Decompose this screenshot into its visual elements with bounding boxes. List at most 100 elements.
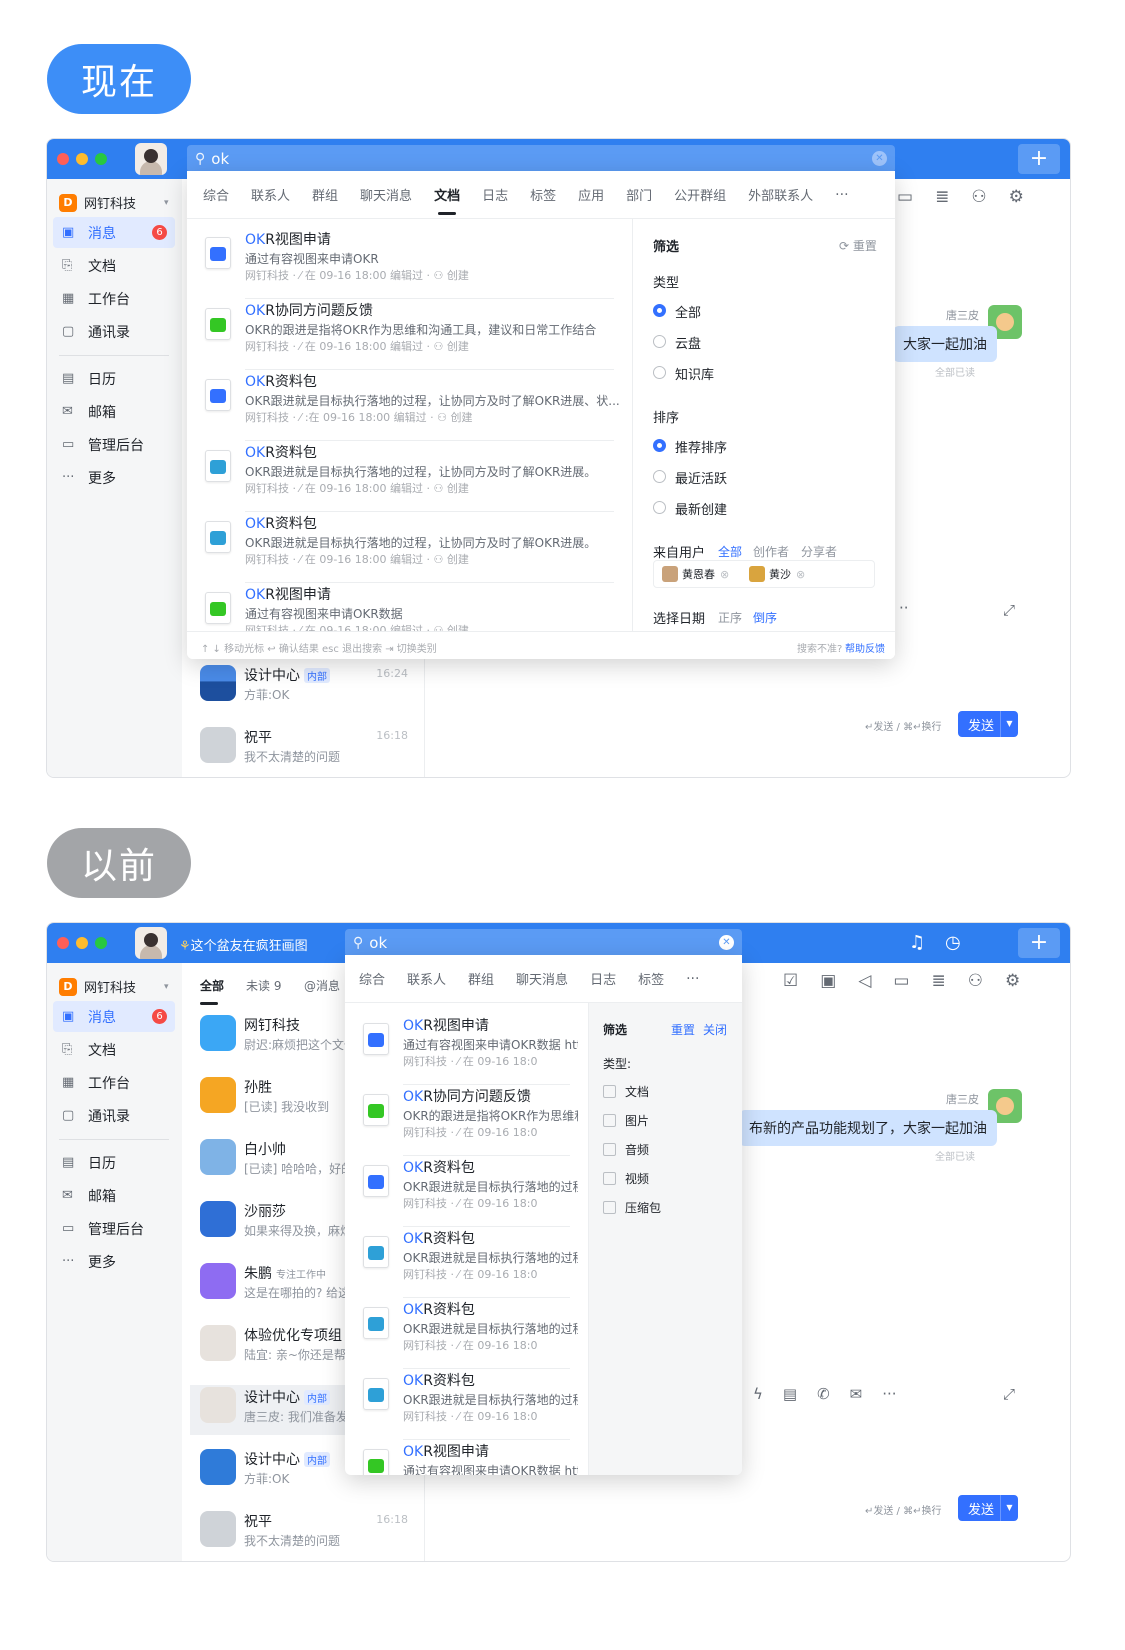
headset-icon[interactable]: ♫ <box>909 932 925 953</box>
close-dot[interactable] <box>57 153 69 165</box>
reset-button[interactable]: ⟳ 重置 <box>839 237 877 254</box>
chat-item[interactable]: 设计中心 内部 方菲:OK 16:24 <box>200 663 420 713</box>
maximize-dot[interactable] <box>95 153 107 165</box>
sidebar-item-more[interactable]: ··· 更多 <box>53 1246 175 1277</box>
search-result[interactable]: OKR视图申请 通过有容视图来申请OKR 网钉科技 · ⁄ 在 09-16 18:0… <box>187 229 632 299</box>
tab-2[interactable]: 群组 <box>312 185 338 204</box>
sidebar-item-messages[interactable]: ▣ 消息 6 <box>53 1001 175 1032</box>
tab-5[interactable]: 日志 <box>482 185 508 204</box>
close-dot[interactable] <box>57 937 69 949</box>
clear-icon[interactable]: ✕ <box>719 935 734 950</box>
add-button[interactable]: + <box>1018 144 1060 174</box>
sidebar-item-workbench[interactable]: ▦ 工作台 <box>53 283 175 314</box>
list-tab-all[interactable]: 全部 <box>200 977 224 1005</box>
gear-icon[interactable]: ⚙ <box>1005 971 1020 991</box>
remove-icon[interactable]: ⊗ <box>720 568 729 581</box>
sidebar-item-messages[interactable]: ▣ 消息 6 <box>53 217 175 248</box>
search-result[interactable]: OKR协同方问题反馈 OKR的跟进是指将OKR作为思维和沟网钉科技 · ⁄ 在 0… <box>345 1086 588 1156</box>
search-result[interactable]: OKR资料包 OKR跟进就是目标执行落地的过程，让协同方及时了解OKR进展。 网钉科… <box>187 513 632 583</box>
more-tabs-icon[interactable]: ··· <box>686 971 699 987</box>
tab-8[interactable]: 部门 <box>626 185 652 204</box>
checkbox-audio[interactable] <box>603 1143 616 1156</box>
calendar-icon[interactable]: ▤ <box>783 1385 797 1403</box>
chevron-down-icon[interactable]: ▼ <box>1000 711 1018 737</box>
clear-icon[interactable]: ✕ <box>872 151 887 166</box>
tab-4[interactable]: 文档 <box>434 185 460 215</box>
sidebar-item-docs[interactable]: ⎘ 文档 <box>53 1034 175 1065</box>
search-input[interactable]: ok <box>211 150 229 168</box>
more-tabs-icon[interactable]: ··· <box>835 187 848 203</box>
minimize-dot[interactable] <box>76 153 88 165</box>
radio-type-wiki[interactable] <box>653 366 666 379</box>
user-avatar[interactable] <box>135 927 167 959</box>
radio-sort-newest[interactable] <box>653 501 666 514</box>
sidebar-item-workbench[interactable]: ▦ 工作台 <box>53 1067 175 1098</box>
tab-7[interactable]: 应用 <box>578 185 604 204</box>
add-member-icon[interactable]: ⚇ <box>968 971 983 991</box>
tab-3[interactable]: 聊天消息 <box>360 185 412 204</box>
tab-2[interactable]: 群组 <box>468 969 494 988</box>
radio-sort-active[interactable] <box>653 470 666 483</box>
tab-9[interactable]: 公开群组 <box>674 185 726 204</box>
user-chip[interactable]: 黄恩春 ⊗ <box>662 566 729 582</box>
sidebar-item-calendar[interactable]: ▤ 日历 <box>53 363 175 394</box>
search-result[interactable]: OKR视图申请通过有容视图来申请OKR数据 https: <box>345 1441 588 1475</box>
tab-0[interactable]: 综合 <box>203 185 229 204</box>
tab-1[interactable]: 联系人 <box>251 185 290 204</box>
date-desc[interactable]: 倒序 <box>753 609 777 626</box>
task-icon[interactable]: ☑ <box>783 971 798 991</box>
search-result[interactable]: OKR视图申请通过有容视图来申请OKR数据 https: 网钉科技 · ⁄ 在 0… <box>345 1015 588 1085</box>
add-button[interactable]: + <box>1018 928 1060 958</box>
more-icon[interactable]: ·· <box>899 599 909 617</box>
window-controls[interactable] <box>57 937 107 949</box>
sidebar-item-more[interactable]: ··· 更多 <box>53 462 175 493</box>
status-text[interactable]: ⚘这个盆友在疯狂画图 <box>179 935 308 954</box>
search-result[interactable]: OKR协同方问题反馈 OKR的跟进是指将OKR作为思维和沟通工具，建议和日常工作结… <box>187 300 632 370</box>
send-button[interactable]: 发送 ▼ <box>958 711 1018 737</box>
reset-button[interactable]: 重置 <box>671 1021 695 1038</box>
maximize-dot[interactable] <box>95 937 107 949</box>
list-tab-unread[interactable]: 未读 9 <box>246 977 281 994</box>
user-avatar[interactable] <box>135 143 167 175</box>
lightning-icon[interactable]: ϟ <box>753 1385 763 1403</box>
date-asc[interactable]: 正序 <box>718 609 742 626</box>
sidebar-item-mail[interactable]: ✉ 邮箱 <box>53 1180 175 1211</box>
search-result[interactable]: OKR资料包 OKR跟进就是目标执行落地的过程，让协同方及时了解OKR进展、状..… <box>187 371 632 441</box>
sidebar-item-mail[interactable]: ✉ 邮箱 <box>53 396 175 427</box>
gear-icon[interactable]: ⚙ <box>1009 187 1024 207</box>
tab-5[interactable]: 标签 <box>638 969 664 988</box>
from-all[interactable]: 全部 <box>718 543 742 560</box>
from-creator[interactable]: 创作者 <box>753 543 789 560</box>
sidebar-item-docs[interactable]: ⎘ 文档 <box>53 250 175 281</box>
radio-type-all[interactable] <box>653 304 666 317</box>
speaker-icon[interactable]: ◁ <box>858 971 871 991</box>
close-button[interactable]: 关闭 <box>703 1021 727 1038</box>
sidebar-item-contacts[interactable]: ▢ 通讯录 <box>53 1100 175 1131</box>
from-sharer[interactable]: 分享者 <box>801 543 837 560</box>
checkbox-video[interactable] <box>603 1172 616 1185</box>
message-bubble[interactable]: 布新的产品功能规划了，大家一起加油 <box>739 1110 997 1146</box>
search-box[interactable]: ⚲ ok ✕ <box>345 929 742 957</box>
remove-icon[interactable]: ⊗ <box>796 568 805 581</box>
checkbox-doc[interactable] <box>603 1085 616 1098</box>
org-switcher[interactable]: D 网钉科技 ▾ <box>59 193 169 212</box>
checkbox-image[interactable] <box>603 1114 616 1127</box>
user-chip[interactable]: 黄沙 ⊗ <box>749 566 805 582</box>
search-input[interactable]: ok <box>369 934 387 952</box>
tab-1[interactable]: 联系人 <box>407 969 446 988</box>
search-list-icon[interactable]: ≣ <box>931 971 945 991</box>
search-result[interactable]: OKR资料包 OKR跟进就是目标执行落地的过程， 网钉科技 · ⁄ 在 09-16 … <box>345 1228 588 1298</box>
window-controls[interactable] <box>57 153 107 165</box>
tab-10[interactable]: 外部联系人 <box>748 185 813 204</box>
radio-type-cloud[interactable] <box>653 335 666 348</box>
sidebar-item-admin[interactable]: ▭ 管理后台 <box>53 1213 175 1244</box>
search-box[interactable]: ⚲ ok ✕ <box>187 145 895 173</box>
tab-4[interactable]: 日志 <box>590 969 616 988</box>
org-switcher[interactable]: D 网钉科技 ▾ <box>59 977 169 996</box>
search-list-icon[interactable]: ≣ <box>935 187 949 207</box>
expand-icon[interactable]: ⤢ <box>1003 1385 1015 1403</box>
search-result[interactable]: OKR资料包 OKR跟进就是目标执行落地的过程， 网钉科技 · ⁄ 在 09-16 … <box>345 1299 588 1369</box>
tab-0[interactable]: 综合 <box>359 969 385 988</box>
radio-sort-recommended[interactable] <box>653 439 666 452</box>
user-chips[interactable]: 黄恩春 ⊗ 黄沙 ⊗ <box>653 560 875 588</box>
